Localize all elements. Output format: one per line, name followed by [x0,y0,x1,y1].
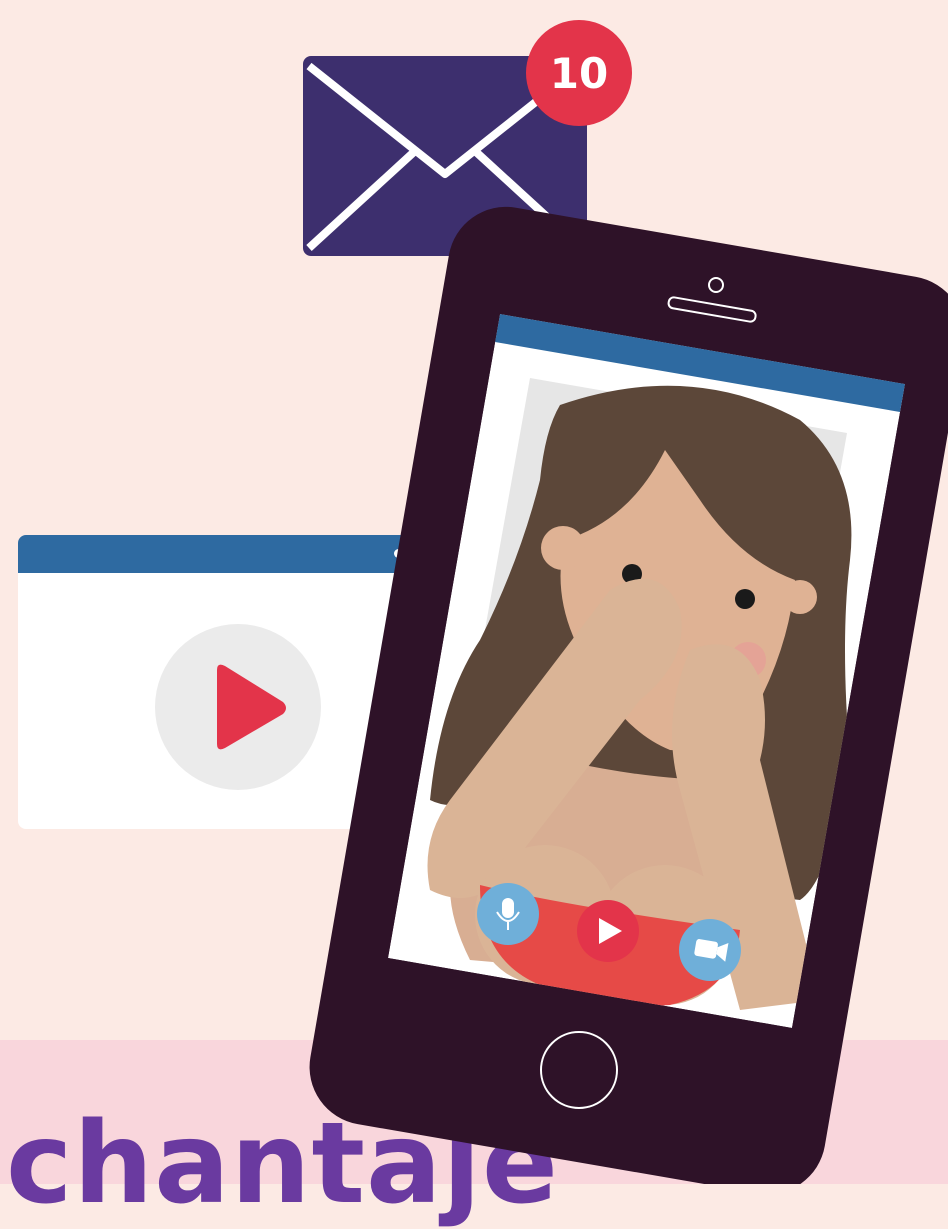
microphone-button[interactable] [477,883,539,945]
smartphone [309,206,948,1184]
microphone-icon [502,898,514,918]
play-call-button[interactable] [577,900,639,962]
camera-button[interactable] [679,919,741,981]
